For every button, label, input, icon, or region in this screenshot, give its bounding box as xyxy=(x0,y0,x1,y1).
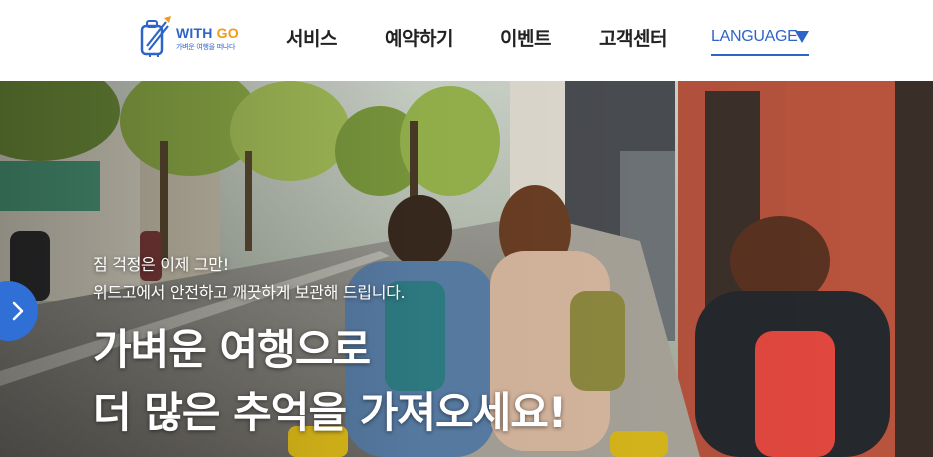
language-selector[interactable]: LANGUAGE xyxy=(711,27,809,56)
site-header: WITH GO 가벼운 여행을 떠나다 서비스 예약하기 이벤트 고객센터 LA… xyxy=(0,0,933,81)
nav-item-event[interactable]: 이벤트 xyxy=(500,24,551,51)
nav-item-service[interactable]: 서비스 xyxy=(286,24,337,51)
hero-subtitle-line2: 위드고에서 안전하고 깨끗하게 보관해 드립니다. xyxy=(93,283,406,302)
hero-title-line1: 가벼운 여행으로 xyxy=(93,325,371,374)
hero-subtitle-line1: 짐 걱정은 이제 그만! xyxy=(93,255,229,274)
nav-item-customer-center[interactable]: 고객센터 xyxy=(599,24,667,51)
language-label: LANGUAGE xyxy=(711,28,798,45)
hero-title-line2: 더 많은 추억을 가져오세요! xyxy=(93,388,567,437)
logo-tagline: 가벼운 여행을 떠나다 xyxy=(176,43,236,51)
logo[interactable]: WITH GO 가벼운 여행을 떠나다 xyxy=(138,16,248,58)
hero-banner: 짐 걱정은 이제 그만! 위드고에서 안전하고 깨끗하게 보관해 드립니다. 가… xyxy=(0,81,933,457)
logo-name: WITH GO xyxy=(176,25,239,41)
suitcase-logo-icon xyxy=(140,16,171,57)
nav-item-reservation[interactable]: 예약하기 xyxy=(385,24,453,51)
logo-name-go: GO xyxy=(216,25,239,41)
chevron-right-icon xyxy=(12,301,24,321)
logo-name-with: WITH xyxy=(176,25,213,41)
caret-down-icon xyxy=(795,31,809,43)
